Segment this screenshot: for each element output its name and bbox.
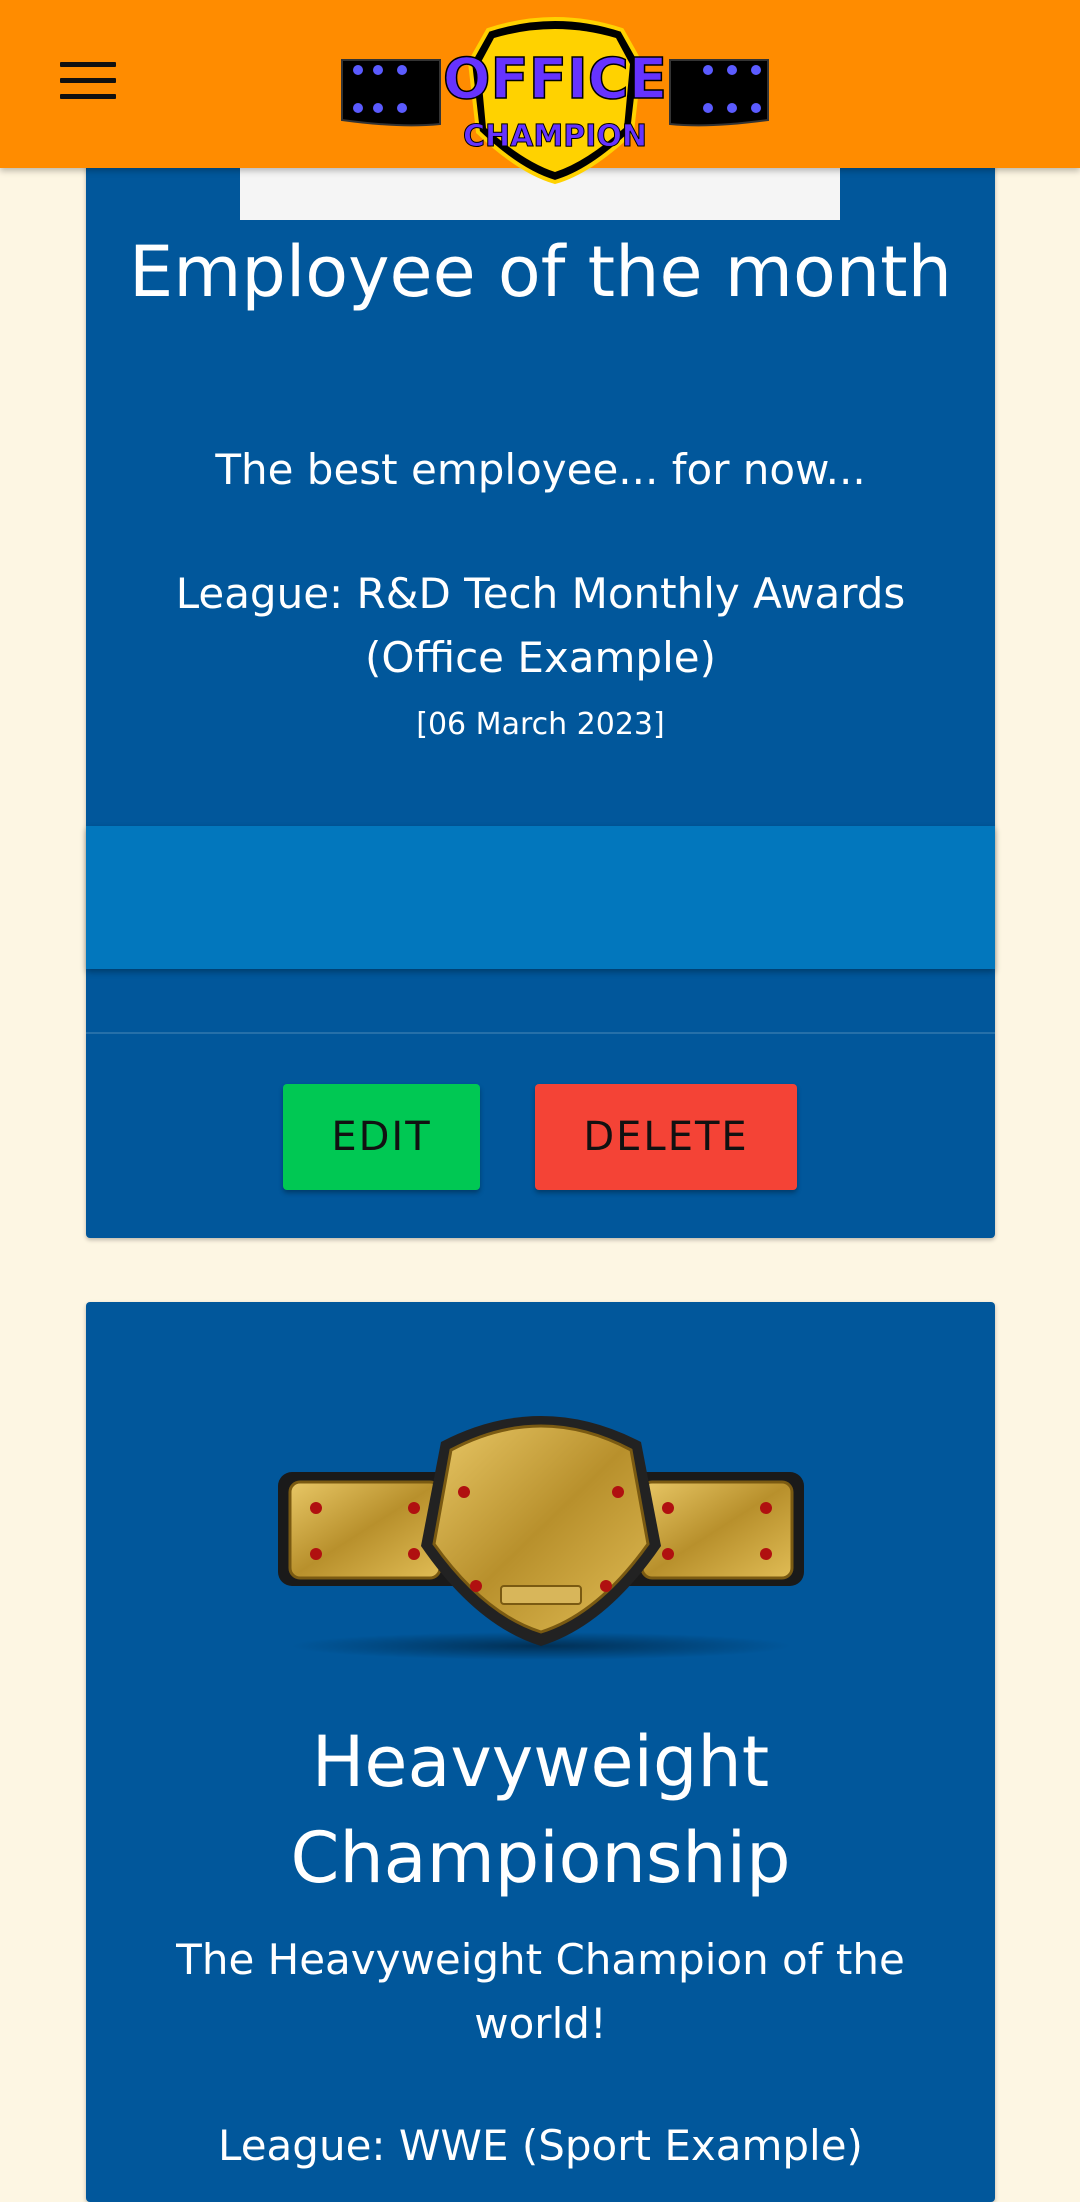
menu-button[interactable] (60, 62, 118, 102)
current-champion-bar[interactable] (86, 826, 995, 969)
logo-text-office: OFFICE (443, 47, 667, 112)
office-champion-logo[interactable]: OFFICE CHAMPION (340, 12, 770, 186)
championship-league: League: R&D Tech Monthly Awards (Office … (175, 569, 906, 682)
championship-date: [06 March 2023] (416, 707, 665, 742)
logo-text-champion: CHAMPION (463, 119, 647, 154)
edit-button[interactable]: EDIT (283, 1084, 480, 1190)
hamburger-menu-icon (60, 62, 118, 99)
championship-description: The best employee... for now... (215, 445, 866, 494)
championship-title: Heavyweight Championship (290, 1721, 791, 1899)
delete-button[interactable]: DELETE (535, 1084, 797, 1190)
championship-description: The Heavyweight Champion of the world! (176, 1935, 905, 2048)
card-divider (86, 1032, 995, 1034)
app-header: OFFICE CHAMPION (0, 0, 1080, 185)
championship-league: League: WWE (Sport Example) (218, 2121, 863, 2170)
championship-card: Heavyweight Championship The Heavyweight… (86, 1302, 995, 2202)
championship-belt-image (278, 1416, 804, 1660)
championship-title: Employee of the month (129, 231, 952, 313)
